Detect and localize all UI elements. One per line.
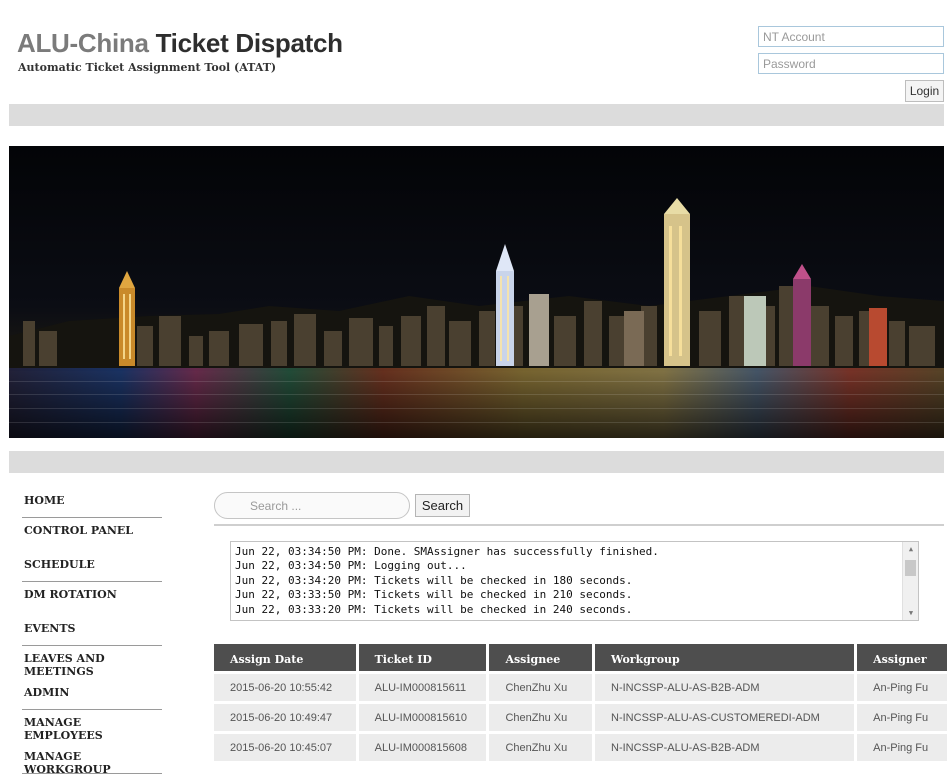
sidebar-item-schedule[interactable]: SCHEDULE (22, 552, 162, 582)
sidebar-item-dm-rotation[interactable]: DM ROTATION (22, 582, 162, 612)
cell-ticket-id: ALU-IM000815610 (358, 704, 487, 734)
sidebar-nav: HOME CONTROL PANEL SCHEDULE DM ROTATION … (22, 488, 162, 776)
sidebar-item-events[interactable]: EVENTS (22, 616, 162, 646)
sidebar-item-label: CONTROL PANEL (24, 524, 134, 537)
search-button[interactable]: Search (415, 494, 470, 517)
content-divider (214, 524, 944, 526)
sidebar-item-label: HOME (24, 494, 65, 507)
table-row[interactable]: 2015-06-20 10:55:42 ALU-IM000815611 Chen… (214, 674, 947, 704)
sidebar-item-control-panel[interactable]: CONTROL PANEL (22, 518, 162, 548)
log-line: Jun 22, 03:33:50 PM: Tickets will be che… (235, 588, 633, 602)
log-line: Jun 22, 03:34:50 PM: Logging out... (235, 559, 467, 573)
top-divider-bar (9, 104, 944, 126)
cell-assign-date: 2015-06-20 10:49:47 (214, 704, 356, 734)
table-row[interactable]: 2015-06-20 10:45:07 ALU-IM000815608 Chen… (214, 734, 947, 764)
title-app: Ticket Dispatch (155, 28, 344, 58)
cell-workgroup: N-INCSSP-ALU-AS-CUSTOMEREDI-ADM (595, 704, 855, 734)
login-button[interactable]: Login (905, 80, 944, 102)
cell-assigner: An-Ping Fu (857, 704, 947, 734)
column-header-assignee[interactable]: Assignee (489, 644, 593, 674)
sidebar-item-label: DM ROTATION (24, 588, 117, 601)
column-header-ticket-id[interactable]: Ticket ID (358, 644, 487, 674)
cell-assignee: ChenZhu Xu (489, 734, 593, 764)
sidebar-item-label: LEAVES AND MEETINGS (24, 652, 105, 678)
title-brand: ALU-China (17, 28, 149, 58)
column-header-assigner[interactable]: Assigner (857, 644, 947, 674)
sidebar-item-home[interactable]: HOME (22, 488, 162, 518)
scroll-thumb[interactable] (905, 560, 916, 576)
page-subtitle: Automatic Ticket Assignment Tool (ATAT) (18, 61, 277, 74)
cell-assignee: ChenZhu Xu (489, 704, 593, 734)
cell-assigner: An-Ping Fu (857, 734, 947, 764)
sidebar-item-label: ADMIN (24, 686, 70, 699)
password-input[interactable] (758, 53, 944, 74)
cell-workgroup: N-INCSSP-ALU-AS-B2B-ADM (595, 674, 855, 704)
skyline-image (9, 146, 944, 438)
table-header-row: Assign Date Ticket ID Assignee Workgroup… (214, 644, 947, 674)
log-line: Jun 22, 03:33:20 PM: Tickets will be che… (235, 602, 633, 616)
sidebar-item-leaves-and-meetings[interactable]: LEAVES AND MEETINGS (22, 646, 162, 678)
log-line: Jun 22, 03:34:20 PM: Tickets will be che… (235, 573, 633, 587)
search-input[interactable] (214, 492, 410, 519)
log-scrollbar[interactable]: ▲ ▼ (902, 542, 918, 620)
sidebar-item-label: SCHEDULE (24, 558, 95, 571)
scroll-up-arrow-icon[interactable]: ▲ (903, 542, 918, 556)
cell-assignee: ChenZhu Xu (489, 674, 593, 704)
city-skyline-banner (9, 146, 944, 438)
column-header-workgroup[interactable]: Workgroup (595, 644, 855, 674)
table-row[interactable]: 2015-06-20 10:49:47 ALU-IM000815610 Chen… (214, 704, 947, 734)
scroll-down-arrow-icon[interactable]: ▼ (903, 606, 918, 620)
sidebar-item-admin[interactable]: ADMIN (22, 680, 162, 710)
sidebar-item-manage-workgroup[interactable]: MANAGE WORKGROUP (22, 744, 162, 776)
page-header: ALU-China Ticket Dispatch Automatic Tick… (0, 0, 950, 104)
sidebar-item-label: MANAGE EMPLOYEES (24, 716, 103, 742)
page-title: ALU-China Ticket Dispatch (17, 28, 343, 59)
ticket-assignment-table: Assign Date Ticket ID Assignee Workgroup… (211, 644, 950, 764)
cell-ticket-id: ALU-IM000815608 (358, 734, 487, 764)
cell-workgroup: N-INCSSP-ALU-AS-B2B-ADM (595, 734, 855, 764)
activity-log[interactable]: Jun 22, 03:34:50 PM: Done. SMAssigner ha… (230, 541, 919, 621)
sidebar-item-manage-employees[interactable]: MANAGE EMPLOYEES (22, 710, 162, 742)
cell-ticket-id: ALU-IM000815611 (358, 674, 487, 704)
sidebar-item-label: MANAGE WORKGROUP (24, 750, 111, 776)
sidebar-item-label: EVENTS (24, 622, 76, 635)
cell-assign-date: 2015-06-20 10:45:07 (214, 734, 356, 764)
log-line: Jun 22, 03:34:50 PM: Done. SMAssigner ha… (235, 545, 659, 558)
cell-assign-date: 2015-06-20 10:55:42 (214, 674, 356, 704)
cell-assigner: An-Ping Fu (857, 674, 947, 704)
nt-account-input[interactable] (758, 26, 944, 47)
column-header-assign-date[interactable]: Assign Date (214, 644, 356, 674)
bottom-divider-bar (9, 451, 944, 473)
